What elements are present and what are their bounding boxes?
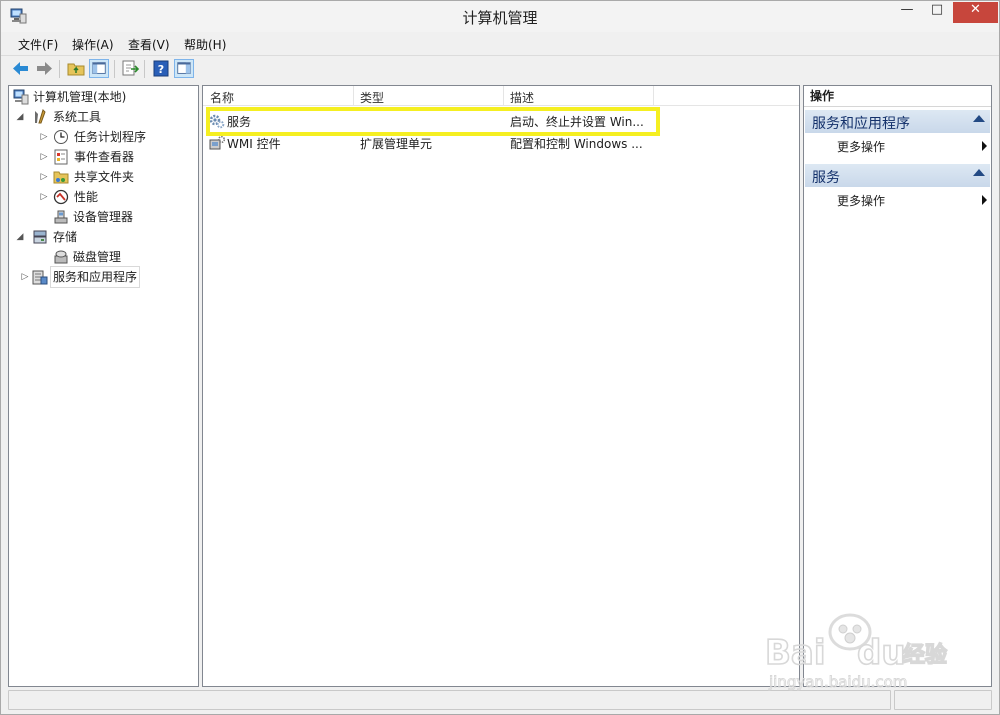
storage-icon [33, 230, 47, 244]
action-pane-title: 操作 [804, 86, 991, 107]
collapsed-triangle-icon[interactable]: ▷ [39, 127, 49, 147]
menu-view[interactable]: 查看(V) [128, 36, 170, 53]
watermark-brand: Bai [765, 633, 826, 673]
toolbar: ? [1, 55, 999, 81]
column-header-name[interactable]: 名称 [210, 89, 234, 106]
collapsed-triangle-icon[interactable]: ▷ [39, 147, 49, 167]
tree-item-task-scheduler[interactable]: ▷ 任务计划程序 [39, 127, 199, 147]
minimize-button[interactable]: — [893, 2, 921, 23]
tree-item-services-apps-label: 服务和应用程序 [49, 266, 141, 288]
tree-item-performance[interactable]: ▷ 性能 [39, 187, 199, 207]
action-pane[interactable]: 操作 服务和应用程序 更多操作 服务 更多操作 [803, 85, 992, 687]
tree-item-storage[interactable]: ◢ 存储 [15, 227, 195, 247]
tree-item-system-tools-label: 系统工具 [53, 110, 102, 124]
tree-item-services-apps[interactable]: ▷ 服务和应用程序 [20, 266, 195, 288]
shared-folder-icon [53, 171, 69, 184]
console-tree-pane[interactable]: 计算机管理(本地) ◢ 系统工具 ▷ 任务计划程序 ▷ 事件查看器 ▷ 共享文件… [8, 85, 199, 687]
performance-icon [53, 189, 69, 205]
toolbar-separator [59, 60, 60, 78]
menu-file[interactable]: 文件(F) [18, 36, 58, 53]
collapsed-triangle-icon[interactable]: ▷ [20, 267, 30, 287]
tree-item-system-tools[interactable]: ◢ 系统工具 [15, 107, 195, 127]
up-folder-icon[interactable] [66, 59, 86, 78]
column-divider[interactable] [353, 86, 354, 106]
tree-item-task-scheduler-label: 任务计划程序 [74, 130, 147, 144]
computer-management-icon [13, 89, 29, 105]
watermark-brand-2: du [857, 633, 906, 673]
title-bar[interactable]: 计算机管理 — □ ✕ [1, 1, 999, 32]
tree-item-device-manager-label: 设备管理器 [73, 210, 134, 224]
menu-bar: 文件(F) 操作(A) 查看(V) 帮助(H) [1, 33, 999, 54]
tree-item-root[interactable]: 计算机管理(本地) [13, 87, 193, 107]
collapse-up-arrow-icon[interactable] [973, 169, 985, 176]
wmi-control-icon [209, 135, 225, 150]
maximize-button[interactable]: □ [923, 2, 951, 23]
tree-item-event-viewer[interactable]: ▷ 事件查看器 [39, 147, 199, 167]
collapsed-triangle-icon[interactable]: ▷ [39, 167, 49, 187]
device-manager-icon [54, 210, 68, 224]
computer-management-window: 计算机管理 — □ ✕ 文件(F) 操作(A) 查看(V) 帮助(H) ? 计算… [0, 0, 1000, 715]
cell-type: 扩展管理单元 [360, 137, 433, 151]
baidu-jingyan-watermark: Bai du 经验 jingyan.baidu.com [764, 613, 948, 691]
back-arrow-icon[interactable] [11, 59, 31, 78]
help-icon[interactable]: ? [151, 59, 171, 78]
collapse-up-arrow-icon[interactable] [973, 115, 985, 122]
forward-arrow-icon[interactable] [34, 59, 54, 78]
more-actions-item[interactable]: 更多操作 [837, 192, 885, 209]
system-tools-icon [35, 109, 46, 124]
cell-name: WMI 控件 [227, 137, 281, 151]
watermark-url: jingyan.baidu.com [768, 673, 907, 691]
svg-text:?: ? [158, 63, 164, 76]
action-section-label: 服务和应用程序 [812, 116, 910, 132]
toolbar-separator [144, 60, 145, 78]
tree-item-shared-folders-label: 共享文件夹 [74, 170, 135, 184]
show-hide-action-pane-icon[interactable] [174, 59, 194, 78]
tree-item-root-label: 计算机管理(本地) [33, 90, 127, 104]
disk-management-icon [54, 250, 68, 264]
services-and-applications-icon [32, 270, 48, 285]
window-title: 计算机管理 [462, 9, 538, 27]
export-list-icon[interactable] [120, 59, 140, 78]
tree-item-event-viewer-label: 事件查看器 [74, 150, 135, 164]
tree-item-storage-label: 存储 [53, 230, 78, 244]
close-button[interactable]: ✕ [953, 2, 998, 23]
tree-item-device-manager[interactable]: 设备管理器 [53, 207, 199, 227]
column-header-type[interactable]: 类型 [360, 89, 384, 106]
status-bar-segment [8, 690, 891, 710]
column-divider[interactable] [653, 86, 654, 106]
action-section-label: 服务 [812, 170, 840, 186]
show-hide-console-tree-icon[interactable] [89, 59, 109, 78]
menu-action[interactable]: 操作(A) [72, 36, 114, 53]
list-header: 名称 类型 描述 [203, 86, 799, 106]
tree-item-shared-folders[interactable]: ▷ 共享文件夹 [39, 167, 199, 187]
collapsed-triangle-icon[interactable]: ▷ [39, 187, 49, 207]
tree-item-disk-management[interactable]: 磁盘管理 [53, 247, 199, 267]
expanded-triangle-icon[interactable]: ◢ [15, 107, 25, 127]
column-header-description[interactable]: 描述 [510, 89, 534, 106]
cell-description: 配置和控制 Windows ... [510, 137, 643, 151]
yellow-highlight-box [206, 107, 660, 136]
results-list-pane[interactable]: 名称 类型 描述 服务 启动、终止并设置 Win... WMI 控件 扩展管理单… [202, 85, 800, 687]
menu-help[interactable]: 帮助(H) [184, 36, 226, 53]
toolbar-separator [114, 60, 115, 78]
clock-icon [54, 130, 68, 144]
tree-item-disk-management-label: 磁盘管理 [73, 250, 122, 264]
event-viewer-icon [54, 149, 68, 165]
watermark-product: 经验 [903, 642, 947, 668]
column-divider[interactable] [503, 86, 504, 106]
action-section-services-apps[interactable]: 服务和应用程序 [805, 110, 990, 133]
more-actions-item[interactable]: 更多操作 [837, 138, 885, 155]
submenu-arrow-icon[interactable] [982, 195, 987, 205]
expanded-triangle-icon[interactable]: ◢ [15, 227, 25, 247]
submenu-arrow-icon[interactable] [982, 141, 987, 151]
tree-item-performance-label: 性能 [74, 190, 99, 204]
action-section-services[interactable]: 服务 [805, 164, 990, 187]
